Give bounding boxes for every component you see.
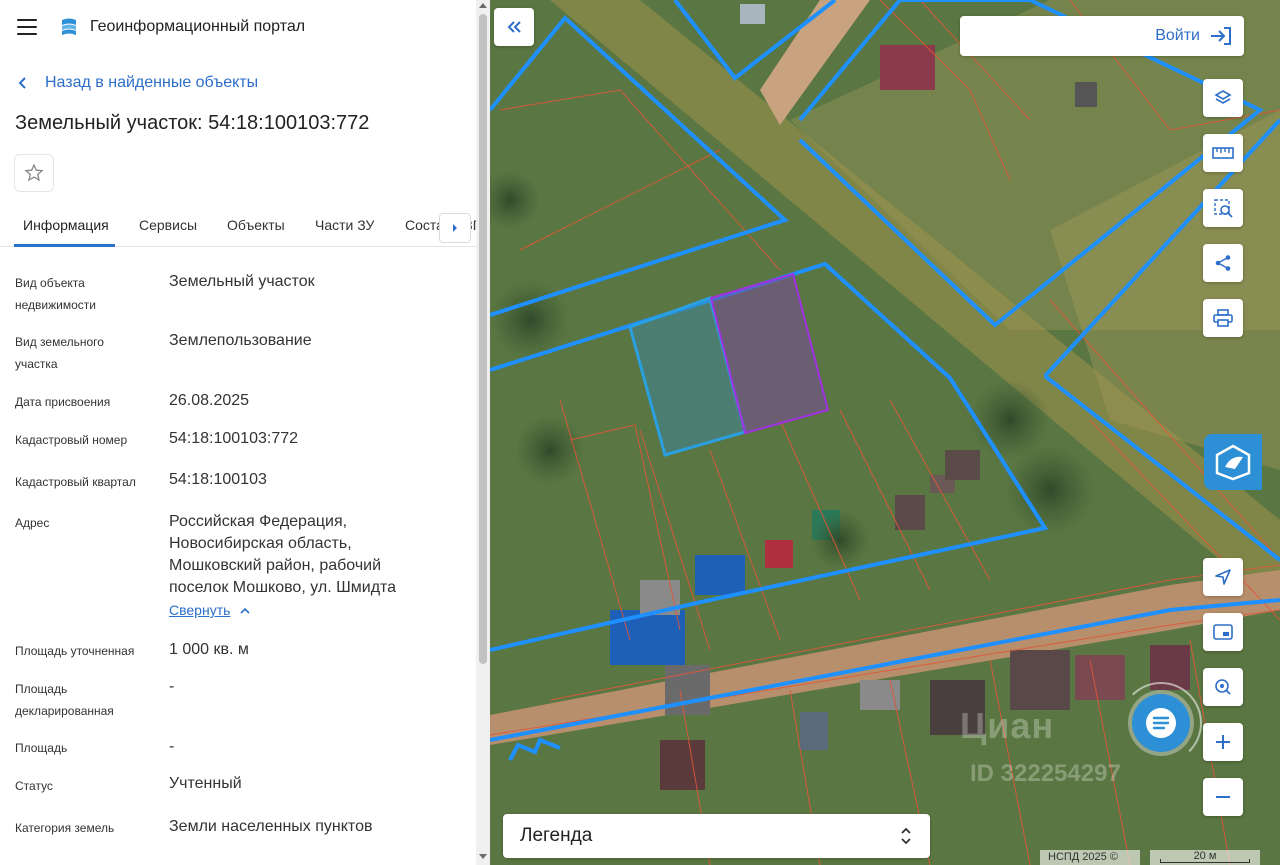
layers-button[interactable] xyxy=(1203,79,1243,117)
tab-information[interactable]: Информация xyxy=(23,217,109,233)
area-label: Площадь xyxy=(15,741,68,755)
cad-quarter-value: 54:18:100103 xyxy=(169,471,267,488)
watermark-id: ID 322254297 xyxy=(970,760,1121,787)
tabs-scroll-right-button[interactable] xyxy=(439,213,471,243)
area-select-icon xyxy=(1214,199,1233,218)
tab-objects[interactable]: Объекты xyxy=(227,217,285,233)
address-line-2: Новосибирская область, xyxy=(169,535,352,552)
active-tab-indicator xyxy=(14,244,115,247)
tabs-bar: Информация Сервисы Объекты Части ЗУ Сост… xyxy=(0,204,476,247)
status-value: Учтенный xyxy=(169,775,242,792)
area-precise-label: Площадь уточненная xyxy=(15,644,135,658)
date-label: Дата присвоения xyxy=(15,395,111,409)
copyright-text: НСПД 2025 © xyxy=(1040,850,1140,865)
minus-icon xyxy=(1216,796,1230,798)
scale-indicator: 20 м xyxy=(1150,850,1260,865)
back-link-label: Назад в найденные объекты xyxy=(45,74,259,91)
area-value: - xyxy=(169,738,175,755)
app-title: Геоинформационный портал xyxy=(90,18,306,35)
login-icon xyxy=(1211,27,1231,45)
category-label: Категория земель xyxy=(15,821,115,835)
login-button[interactable]: Войти xyxy=(960,16,1244,56)
address-line-1: Российская Федерация, xyxy=(169,513,348,530)
map-view[interactable]: Циан ID 322254297 Войти Легенда НСПД 202… xyxy=(490,0,1280,865)
panel-scrollbar[interactable] xyxy=(476,0,490,865)
status-label: Статус xyxy=(15,779,53,793)
share-icon xyxy=(1215,255,1231,271)
ruler-icon xyxy=(1212,147,1234,159)
area-declared-value: - xyxy=(169,678,175,695)
object-type-value: Земельный участок xyxy=(169,273,315,290)
favorite-button[interactable] xyxy=(14,154,54,192)
printer-icon xyxy=(1213,309,1233,327)
scroll-up-arrow[interactable] xyxy=(479,3,487,8)
double-chevron-left-icon xyxy=(507,21,521,33)
minimap-icon xyxy=(1213,624,1233,640)
scroll-down-arrow[interactable] xyxy=(479,854,487,859)
address-line-3: Мошковский район, рабочий xyxy=(169,557,382,574)
back-to-results-link[interactable]: Назад в найденные объекты xyxy=(18,72,258,94)
chevron-up-icon xyxy=(240,607,250,614)
minimap-button[interactable] xyxy=(1203,613,1243,651)
area-declared-label: Площадь декларированная xyxy=(15,682,114,718)
date-value: 26.08.2025 xyxy=(169,392,250,409)
navigation-arrow-icon xyxy=(1215,569,1231,585)
layers-icon xyxy=(1214,90,1232,104)
land-type-value: Землепользование xyxy=(169,332,312,349)
scale-bar xyxy=(1160,859,1250,863)
star-icon xyxy=(24,163,44,182)
zoom-out-button[interactable] xyxy=(1203,778,1243,816)
map-brand-button[interactable] xyxy=(1204,434,1262,490)
watermark-text: Циан xyxy=(960,705,1055,746)
collapse-address-link[interactable]: Свернуть xyxy=(169,602,250,618)
object-type-label: Вид объекта недвижимости xyxy=(15,276,96,312)
info-panel: Геоинформационный портал Назад в найденн… xyxy=(0,0,476,865)
area-select-button[interactable] xyxy=(1203,189,1243,227)
object-title: Земельный участок: 54:18:100103:772 xyxy=(15,112,370,134)
geo-search-icon xyxy=(1215,679,1231,695)
caret-right-icon xyxy=(453,224,457,232)
legend-label: Легенда xyxy=(520,825,593,846)
address-label: Адрес xyxy=(15,516,50,530)
tab-parts[interactable]: Части ЗУ xyxy=(315,217,374,233)
collapse-label: Свернуть xyxy=(169,602,231,618)
plus-icon xyxy=(1216,735,1230,749)
chevron-left-icon xyxy=(18,77,26,89)
share-button[interactable] xyxy=(1203,244,1243,282)
portal-logo-icon xyxy=(62,18,76,35)
map-brand-icon xyxy=(1215,444,1251,481)
ruler-button[interactable] xyxy=(1203,134,1243,172)
print-button[interactable] xyxy=(1203,299,1243,337)
land-type-label: Вид земельного участка xyxy=(15,335,104,371)
sort-updown-icon xyxy=(901,827,911,845)
area-precise-value: 1 000 кв. м xyxy=(169,641,249,658)
cad-quarter-label: Кадастровый квартал xyxy=(15,475,136,489)
zoom-in-button[interactable] xyxy=(1203,723,1243,761)
locate-button[interactable] xyxy=(1203,558,1243,596)
geo-search-button[interactable] xyxy=(1203,668,1243,706)
chat-icon xyxy=(1146,708,1176,738)
scroll-thumb[interactable] xyxy=(479,14,487,664)
app-header: Геоинформационный портал xyxy=(0,0,476,56)
login-label: Войти xyxy=(1155,27,1200,44)
category-value: Земли населенных пунктов xyxy=(169,818,373,835)
chat-button[interactable] xyxy=(1132,694,1190,752)
hamburger-icon[interactable] xyxy=(17,19,37,35)
tab-services[interactable]: Сервисы xyxy=(139,217,197,233)
address-line-4: поселок Мошково, ул. Шмидта xyxy=(169,579,397,596)
cad-number-label: Кадастровый номер xyxy=(15,433,128,447)
collapse-panel-button[interactable] xyxy=(494,8,534,46)
cad-number-value: 54:18:100103:772 xyxy=(169,430,299,447)
legend-toggle[interactable]: Легенда xyxy=(503,814,930,858)
